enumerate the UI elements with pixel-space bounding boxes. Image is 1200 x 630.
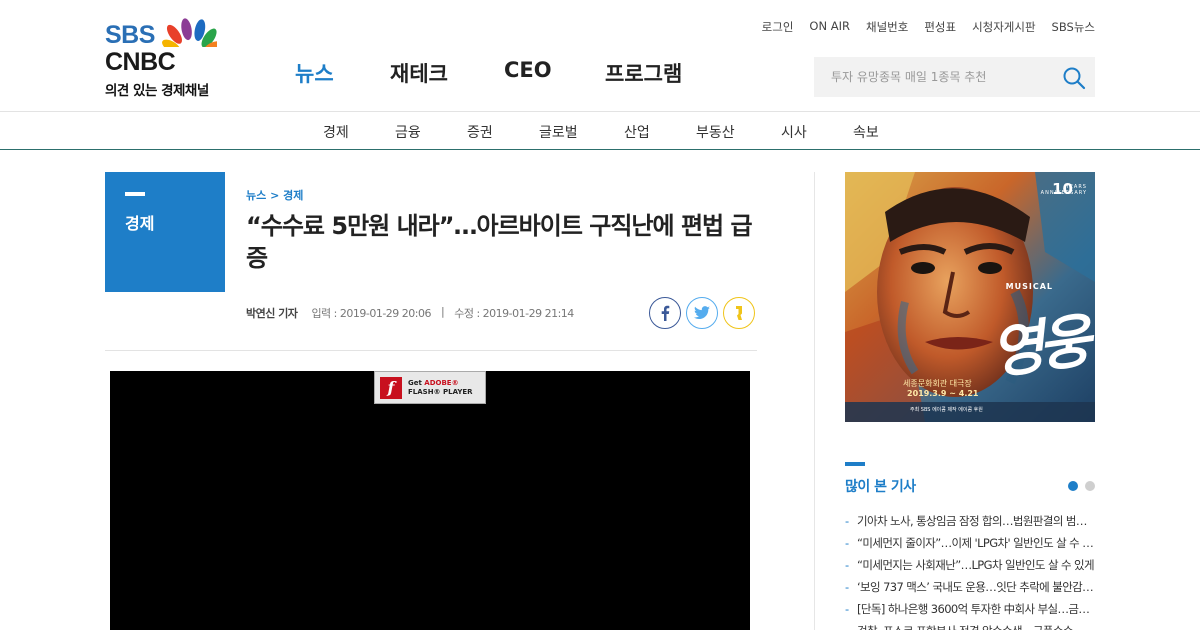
logo-sbs-text: SBS [105, 21, 155, 49]
main-nav-finance-tech[interactable]: 재테크 [390, 58, 504, 88]
channel-number-link[interactable]: 채널번호 [866, 19, 908, 35]
get-flash-player-button[interactable]: f Get ADOBE® FLASH® PLAYER [374, 371, 486, 404]
twitter-icon [694, 306, 710, 319]
main-nav-program[interactable]: 프로그램 [605, 58, 705, 88]
section-label: 경제 [125, 214, 155, 233]
musical-hero-ad-banner[interactable]: 10 YEARS ANNIVERSARY MUSICAL 영웅 세종문화회관 대… [845, 172, 1095, 422]
most-viewed-item[interactable]: 검찰, 포스코 포항본사 전격 압수수색…금품수수 의혹 [845, 622, 1095, 630]
carousel-dot-1[interactable] [1068, 481, 1078, 491]
search-box [814, 57, 1095, 97]
utility-nav: 로그인 ON AIR 채널번호 편성표 시청자게시판 SBS뉴스 [762, 19, 1095, 35]
column-divider [814, 172, 815, 630]
login-link[interactable]: 로그인 [762, 19, 794, 35]
sub-nav-stocks[interactable]: 증권 [467, 122, 493, 142]
ad-musical-label: MUSICAL [1005, 282, 1053, 291]
main-nav-news[interactable]: 뉴스 [295, 58, 390, 88]
ad-sponsors: 주최 SBS 에이콤 제작 에이콤 후원 [910, 407, 983, 413]
sub-nav-industry[interactable]: 산업 [624, 122, 650, 142]
most-viewed-list: 기아차 노사, 통상임금 잠정 합의…법원판결의 범위 내 “미세먼지 줄이자”… [845, 512, 1095, 630]
ad-anniversary-text: YEARS ANNIVERSARY [1040, 184, 1087, 196]
logo-slogan: 의견 있는 경제채널 [105, 83, 209, 99]
sub-nav-breaking[interactable]: 속보 [853, 122, 879, 142]
flash-player-text: FLASH® PLAYER [408, 387, 473, 396]
most-viewed-item[interactable]: 기아차 노사, 통상임금 잠정 합의…법원판결의 범위 내 [845, 512, 1095, 534]
carousel-dot-2[interactable] [1085, 481, 1095, 491]
sub-nav-real-estate[interactable]: 부동산 [696, 122, 735, 142]
input-time: 입력 : 2019-01-29 20:06 [311, 307, 432, 320]
section-badge: 경제 [105, 172, 225, 292]
main-nav: 뉴스 재테크 CEO 프로그램 [295, 58, 705, 88]
flash-adobe-text: ADOBE® [424, 378, 459, 387]
search-input[interactable] [814, 57, 1054, 97]
most-viewed-item[interactable]: ‘보잉 737 맥스’ 국내도 운용…잇단 추락에 불안감 확산 [845, 578, 1095, 600]
schedule-link[interactable]: 편성표 [924, 19, 956, 35]
sub-nav: 경제 금융 증권 글로벌 산업 부동산 시사 속보 [0, 112, 1200, 150]
on-air-link[interactable]: ON AIR [809, 19, 850, 35]
sbs-cnbc-logo[interactable]: SBS CNBC 의견 있는 경제채널 [105, 17, 217, 99]
most-viewed-item[interactable]: [단독] 하나은행 3600억 투자한 中회사 부실…금감원 조사 [845, 600, 1095, 622]
most-viewed-title: 많이 본 기사 [845, 479, 916, 495]
twitter-share-button[interactable] [686, 297, 718, 329]
article-meta: 박연신 기자 입력 : 2019-01-29 20:06 | 수정 : 2019… [246, 305, 574, 321]
video-player[interactable] [110, 371, 750, 630]
sub-nav-banking[interactable]: 금융 [395, 122, 421, 142]
facebook-icon [661, 305, 670, 321]
logo-cnbc-text: CNBC [105, 48, 176, 76]
meta-separator: | [441, 305, 445, 318]
ad-dates: 2019.3.9 ~ 4.21 [907, 389, 979, 398]
breadcrumb[interactable]: 뉴스 > 경제 [246, 187, 303, 203]
sub-nav-economy[interactable]: 경제 [323, 122, 349, 142]
reporter-name[interactable]: 박연신 기자 [246, 305, 298, 321]
section-bar [125, 192, 145, 196]
kakaostory-icon [736, 306, 742, 320]
adobe-flash-icon: f [380, 376, 402, 399]
facebook-share-button[interactable] [649, 297, 681, 329]
ad-venue: 세종문화회관 대극장 [903, 379, 972, 388]
search-icon[interactable] [1061, 65, 1087, 91]
most-viewed-item[interactable]: “미세먼지는 사회재난”…LPG차 일반인도 살 수 있게 [845, 556, 1095, 578]
flash-get-text: Get [408, 378, 422, 387]
modified-time: 수정 : 2019-01-29 21:14 [454, 307, 574, 320]
flash-badge-text: Get ADOBE® FLASH® PLAYER [408, 379, 473, 397]
most-viewed-item[interactable]: “미세먼지 줄이자”…이제 'LPG차' 일반인도 살 수 있다 [845, 534, 1095, 556]
sbs-news-link[interactable]: SBS뉴스 [1052, 19, 1095, 35]
kakaostory-share-button[interactable] [723, 297, 755, 329]
ad-title: 영웅 [986, 306, 1090, 388]
peacock-icon [162, 18, 217, 47]
most-viewed-bar [845, 462, 865, 466]
viewer-board-link[interactable]: 시청자게시판 [972, 19, 1035, 35]
sub-nav-global[interactable]: 글로벌 [539, 122, 578, 142]
article-headline: “수수료 5만원 내라”…아르바이트 구직난에 편법 급증 [246, 212, 753, 272]
article-divider [105, 350, 757, 351]
main-nav-ceo[interactable]: CEO [504, 58, 605, 88]
sub-nav-current-affairs[interactable]: 시사 [781, 122, 807, 142]
